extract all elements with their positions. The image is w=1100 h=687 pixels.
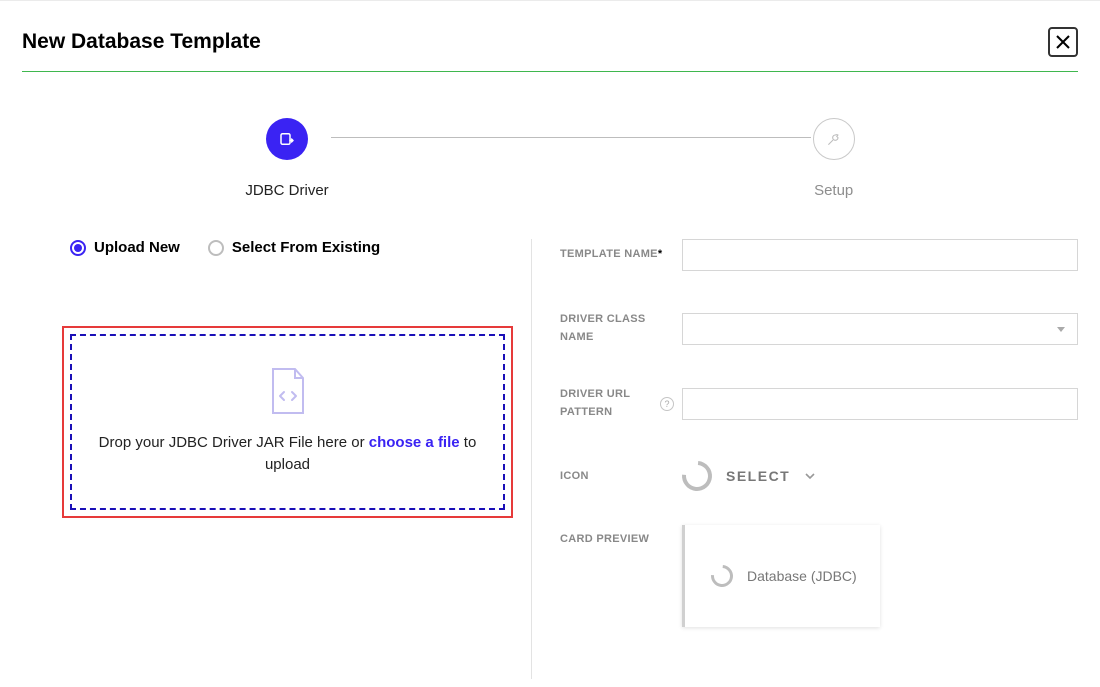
modal-header: New Database Template bbox=[0, 1, 1100, 71]
help-icon[interactable]: ? bbox=[660, 397, 674, 411]
new-database-template-modal: New Database Template JDBC Driver bbox=[0, 0, 1100, 687]
close-icon bbox=[1055, 34, 1071, 50]
row-icon: ICON SELECT bbox=[560, 461, 1078, 491]
chevron-down-icon bbox=[804, 470, 816, 482]
radio-upload-new-label: Upload New bbox=[94, 239, 180, 256]
template-name-input[interactable] bbox=[682, 239, 1078, 271]
step-connector bbox=[331, 137, 811, 138]
driver-class-label: DRIVER CLASS NAME bbox=[560, 311, 682, 346]
stepper: JDBC Driver Setup bbox=[0, 72, 1100, 239]
upload-mode-radios: Upload New Select From Existing bbox=[22, 239, 513, 256]
row-template-name: TEMPLATE NAME* bbox=[560, 239, 1078, 271]
code-file-icon bbox=[270, 368, 306, 414]
dropzone-prefix: Drop your JDBC Driver JAR File here or bbox=[99, 434, 369, 451]
driver-url-input[interactable] bbox=[682, 388, 1078, 420]
card-preview-label: CARD PREVIEW bbox=[560, 525, 682, 549]
import-icon bbox=[278, 130, 296, 148]
icon-select[interactable]: SELECT bbox=[682, 461, 816, 491]
wrench-icon bbox=[826, 131, 842, 147]
driver-url-label-wrap: DRIVER URL PATTERN ? bbox=[560, 386, 682, 421]
spinner-icon-small bbox=[707, 561, 738, 592]
row-driver-url: DRIVER URL PATTERN ? bbox=[560, 386, 1078, 421]
radio-select-existing[interactable]: Select From Existing bbox=[208, 239, 380, 256]
close-button[interactable] bbox=[1048, 27, 1078, 57]
dropzone-highlight: Drop your JDBC Driver JAR File here or c… bbox=[62, 326, 513, 518]
modal-title: New Database Template bbox=[22, 30, 261, 54]
radio-select-existing-label: Select From Existing bbox=[232, 239, 380, 256]
step1-circle bbox=[266, 118, 308, 160]
content: Upload New Select From Existing Drop you… bbox=[0, 239, 1100, 679]
step-jdbc-driver[interactable]: JDBC Driver bbox=[245, 118, 328, 199]
driver-url-label: DRIVER URL PATTERN bbox=[560, 386, 656, 421]
card-preview: Database (JDBC) bbox=[682, 525, 880, 627]
icon-select-label: SELECT bbox=[726, 468, 790, 484]
left-panel: Upload New Select From Existing Drop you… bbox=[22, 239, 532, 679]
step1-label: JDBC Driver bbox=[245, 182, 328, 199]
required-asterisk: * bbox=[658, 248, 663, 260]
row-card-preview: CARD PREVIEW Database (JDBC) bbox=[560, 525, 1078, 627]
step2-circle bbox=[813, 118, 855, 160]
choose-file-link[interactable]: choose a file bbox=[369, 434, 460, 451]
dropzone-text: Drop your JDBC Driver JAR File here or c… bbox=[92, 432, 483, 477]
step2-label: Setup bbox=[814, 182, 853, 199]
radio-upload-new-input[interactable] bbox=[70, 240, 86, 256]
topbar-divider bbox=[0, 0, 1100, 1]
radio-upload-new[interactable]: Upload New bbox=[70, 239, 180, 256]
right-panel: TEMPLATE NAME* DRIVER CLASS NAME DRIVER … bbox=[532, 239, 1078, 679]
step-setup[interactable]: Setup bbox=[813, 118, 855, 199]
row-driver-class: DRIVER CLASS NAME bbox=[560, 311, 1078, 346]
template-name-label-text: TEMPLATE NAME bbox=[560, 248, 658, 260]
jar-dropzone[interactable]: Drop your JDBC Driver JAR File here or c… bbox=[70, 334, 505, 510]
spinner-icon bbox=[676, 455, 718, 497]
card-preview-text: Database (JDBC) bbox=[747, 568, 857, 584]
icon-label: ICON bbox=[560, 468, 682, 486]
driver-class-select[interactable] bbox=[682, 313, 1078, 345]
radio-select-existing-input[interactable] bbox=[208, 240, 224, 256]
template-name-label: TEMPLATE NAME* bbox=[560, 246, 682, 264]
